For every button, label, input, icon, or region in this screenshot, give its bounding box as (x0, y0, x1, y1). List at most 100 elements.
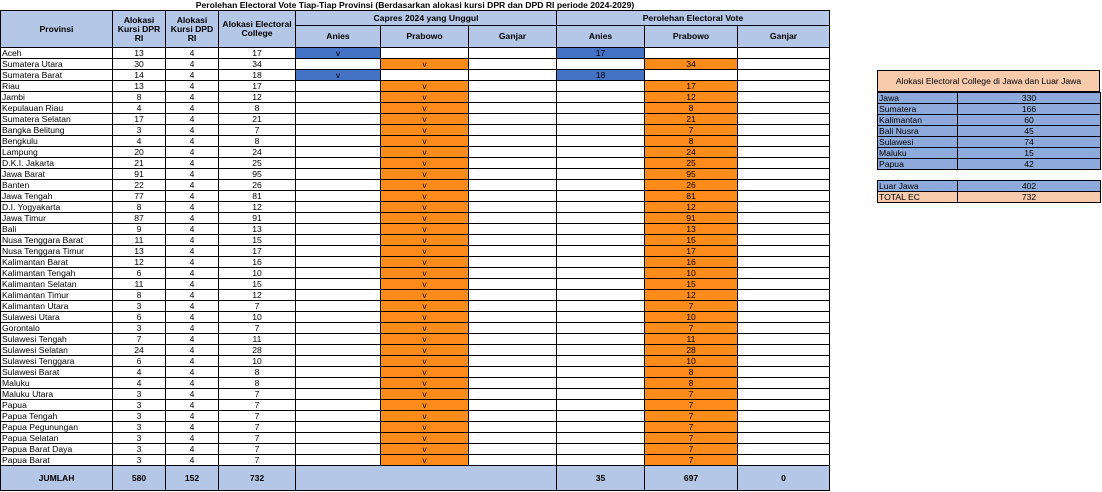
ev-anies-cell[interactable] (556, 388, 645, 400)
ev-anies-cell[interactable] (556, 333, 645, 345)
ev-anies-cell[interactable] (556, 443, 645, 455)
province-ec[interactable]: 8 (218, 377, 296, 389)
capres-anies-cell[interactable] (295, 124, 381, 136)
province-name[interactable]: Gorontalo (0, 322, 113, 334)
capres-prabowo-cell[interactable]: v (380, 377, 469, 389)
ev-ganjar-cell[interactable] (737, 454, 830, 466)
province-dpr[interactable]: 3 (112, 322, 166, 334)
ev-anies-cell[interactable] (556, 300, 645, 312)
province-name[interactable]: Sumatera Barat (0, 69, 113, 81)
ev-prabowo-cell[interactable]: 24 (644, 146, 738, 158)
province-dpr[interactable]: 3 (112, 432, 166, 444)
ev-ganjar-cell[interactable] (737, 168, 830, 180)
capres-ganjar-cell[interactable] (468, 201, 557, 213)
header-ev-prabowo[interactable]: Prabowo (644, 25, 738, 48)
province-ec[interactable]: 12 (218, 289, 296, 301)
ev-prabowo-cell[interactable]: 7 (644, 124, 738, 136)
ev-anies-cell[interactable] (556, 190, 645, 202)
capres-prabowo-cell[interactable]: v (380, 278, 469, 290)
capres-ganjar-cell[interactable] (468, 58, 557, 70)
province-dpr[interactable]: 3 (112, 443, 166, 455)
ev-ganjar-cell[interactable] (737, 289, 830, 301)
header-capres-ganjar[interactable]: Ganjar (468, 25, 557, 48)
capres-anies-cell[interactable] (295, 201, 381, 213)
capres-anies-cell[interactable] (295, 278, 381, 290)
region-value[interactable]: 330 (957, 92, 1101, 104)
capres-prabowo-cell[interactable]: v (380, 58, 469, 70)
capres-anies-cell[interactable] (295, 432, 381, 444)
capres-ganjar-cell[interactable] (468, 278, 557, 290)
province-dpr[interactable]: 3 (112, 388, 166, 400)
ev-ganjar-cell[interactable] (737, 311, 830, 323)
capres-ganjar-cell[interactable] (468, 223, 557, 235)
ev-anies-cell[interactable]: 17 (556, 47, 645, 59)
province-ec[interactable]: 8 (218, 102, 296, 114)
ev-ganjar-cell[interactable] (737, 91, 830, 103)
capres-ganjar-cell[interactable] (468, 190, 557, 202)
capres-anies-cell[interactable] (295, 91, 381, 103)
capres-anies-cell[interactable] (295, 267, 381, 279)
province-name[interactable]: Lampung (0, 146, 113, 158)
province-ec[interactable]: 8 (218, 366, 296, 378)
ev-anies-cell[interactable] (556, 179, 645, 191)
province-dpr[interactable]: 22 (112, 179, 166, 191)
ev-prabowo-cell[interactable]: 21 (644, 113, 738, 125)
province-dpd[interactable]: 4 (165, 91, 219, 103)
region-value[interactable]: 42 (957, 158, 1101, 170)
province-dpr[interactable]: 12 (112, 256, 166, 268)
province-dpd[interactable]: 4 (165, 311, 219, 323)
capres-anies-cell[interactable] (295, 454, 381, 466)
capres-anies-cell[interactable] (295, 212, 381, 224)
capres-ganjar-cell[interactable] (468, 388, 557, 400)
capres-anies-cell[interactable] (295, 256, 381, 268)
capres-prabowo-cell[interactable]: v (380, 443, 469, 455)
capres-prabowo-cell[interactable]: v (380, 388, 469, 400)
capres-anies-cell[interactable] (295, 388, 381, 400)
province-dpr[interactable]: 4 (112, 135, 166, 147)
province-ec[interactable]: 15 (218, 278, 296, 290)
ev-anies-cell[interactable] (556, 322, 645, 334)
capres-ganjar-cell[interactable] (468, 80, 557, 92)
province-ec[interactable]: 11 (218, 333, 296, 345)
province-name[interactable]: Sumatera Selatan (0, 113, 113, 125)
province-ec[interactable]: 8 (218, 135, 296, 147)
ev-anies-cell[interactable] (556, 421, 645, 433)
province-name[interactable]: Nusa Tenggara Timur (0, 245, 113, 257)
province-dpd[interactable]: 4 (165, 399, 219, 411)
province-name[interactable]: Bengkulu (0, 135, 113, 147)
province-dpr[interactable]: 9 (112, 223, 166, 235)
region-value[interactable]: 45 (957, 125, 1101, 137)
capres-ganjar-cell[interactable] (468, 300, 557, 312)
capres-prabowo-cell[interactable]: v (380, 355, 469, 367)
province-ec[interactable]: 16 (218, 256, 296, 268)
province-dpd[interactable]: 4 (165, 146, 219, 158)
province-name[interactable]: Aceh (0, 47, 113, 59)
total-ec-label[interactable]: TOTAL EC (877, 191, 958, 203)
capres-anies-cell[interactable]: v (295, 47, 381, 59)
province-dpd[interactable]: 4 (165, 168, 219, 180)
province-dpr[interactable]: 91 (112, 168, 166, 180)
ev-anies-cell[interactable] (556, 91, 645, 103)
province-ec[interactable]: 10 (218, 311, 296, 323)
ev-prabowo-cell[interactable]: 10 (644, 311, 738, 323)
ev-anies-cell[interactable] (556, 454, 645, 466)
capres-prabowo-cell[interactable]: v (380, 135, 469, 147)
province-ec[interactable]: 7 (218, 124, 296, 136)
ev-anies-cell[interactable] (556, 344, 645, 356)
ev-ganjar-cell[interactable] (737, 377, 830, 389)
province-name[interactable]: Sulawesi Utara (0, 311, 113, 323)
province-ec[interactable]: 7 (218, 399, 296, 411)
province-name[interactable]: Kalimantan Utara (0, 300, 113, 312)
province-dpd[interactable]: 4 (165, 289, 219, 301)
ev-ganjar-cell[interactable] (737, 47, 830, 59)
capres-ganjar-cell[interactable] (468, 344, 557, 356)
province-ec[interactable]: 21 (218, 113, 296, 125)
ev-ganjar-cell[interactable] (737, 234, 830, 246)
ev-anies-cell[interactable] (556, 146, 645, 158)
capres-ganjar-cell[interactable] (468, 157, 557, 169)
ev-prabowo-cell[interactable]: 7 (644, 322, 738, 334)
province-dpd[interactable]: 4 (165, 234, 219, 246)
province-ec[interactable]: 25 (218, 157, 296, 169)
total-ec[interactable]: 732 (218, 465, 296, 491)
capres-anies-cell[interactable] (295, 168, 381, 180)
